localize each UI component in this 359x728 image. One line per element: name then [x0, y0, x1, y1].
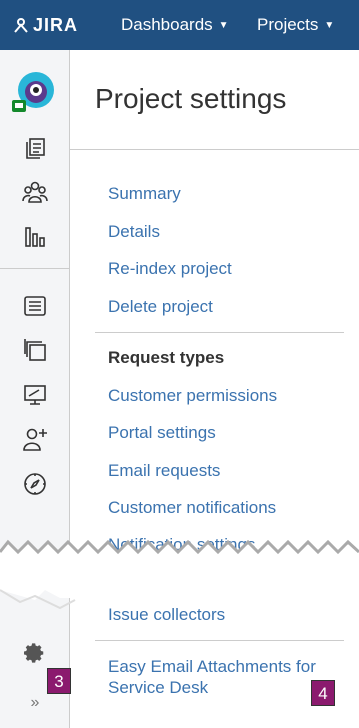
torn-page-break: [0, 539, 359, 610]
components-icon[interactable]: [20, 335, 50, 365]
jira-logo[interactable]: JIRA: [12, 10, 78, 40]
section-divider: [95, 332, 344, 333]
settings-icon[interactable]: [20, 638, 50, 668]
sidebar-divider: [0, 268, 70, 269]
compass-icon[interactable]: [20, 469, 50, 499]
link-delete-project[interactable]: Delete project: [108, 297, 213, 317]
link-email-requests[interactable]: Email requests: [108, 461, 220, 481]
link-customer-permissions[interactable]: Customer permissions: [108, 386, 277, 406]
issues-icon[interactable]: [20, 133, 50, 163]
project-avatar-icon[interactable]: [12, 70, 56, 114]
reports-icon[interactable]: [20, 222, 50, 252]
jira-logo-icon: [14, 18, 28, 33]
link-reindex-project[interactable]: Re-index project: [108, 259, 232, 279]
top-navigation-bar: JIRA Dashboards ▼ Projects ▼: [0, 0, 359, 50]
link-portal-settings[interactable]: Portal settings: [108, 423, 216, 443]
easy-email-line1: Easy Email Attachments for: [108, 657, 316, 676]
link-summary[interactable]: Summary: [108, 184, 181, 204]
team-icon[interactable]: [20, 177, 50, 207]
link-customer-notifications[interactable]: Customer notifications: [108, 498, 276, 518]
title-divider: [70, 149, 359, 150]
settings-main: Project settings Summary Details Re-inde…: [70, 50, 359, 728]
easy-email-line2: Service Desk: [108, 678, 209, 697]
section-request-types[interactable]: Request types: [108, 348, 224, 368]
expand-icon[interactable]: »: [20, 688, 50, 718]
monitor-icon[interactable]: [20, 380, 50, 410]
link-easy-email-attachments[interactable]: Easy Email Attachments for Service Desk: [108, 656, 316, 698]
project-sidebar: »: [0, 50, 70, 728]
callout-badge-3: 3: [47, 668, 71, 694]
callout-badge-4: 4: [311, 680, 335, 706]
add-user-icon[interactable]: [20, 424, 50, 454]
chevron-down-icon: ▼: [324, 19, 335, 31]
queues-icon[interactable]: [20, 291, 50, 321]
chevron-down-icon: ▼: [218, 19, 229, 31]
page-title: Project settings: [95, 83, 287, 114]
nav-projects-label: Projects: [257, 15, 319, 34]
nav-dashboards[interactable]: Dashboards ▼: [121, 0, 229, 50]
section-divider: [95, 640, 344, 641]
nav-projects[interactable]: Projects ▼: [257, 0, 334, 50]
nav-dashboards-label: Dashboards: [121, 15, 213, 34]
logo-text: JIRA: [33, 14, 79, 35]
link-details[interactable]: Details: [108, 222, 160, 242]
